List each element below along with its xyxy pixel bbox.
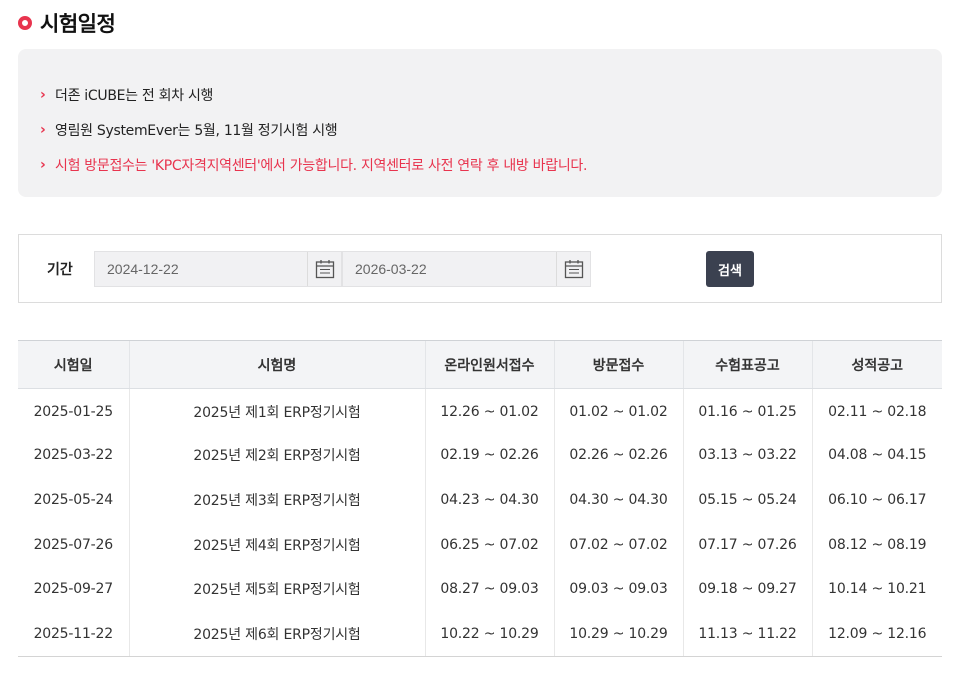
visit-registration-cell: 02.26 ~ 02.26 bbox=[553, 433, 683, 478]
exam-date-cell: 2025-03-22 bbox=[33, 447, 114, 464]
chevron-right-icon: › bbox=[40, 156, 46, 173]
end-date-field[interactable] bbox=[342, 251, 591, 287]
notice-box: › 더존 iCUBE는 전 회차 시행 › 영림원 SystemEver는 5월… bbox=[18, 49, 942, 197]
admission-ticket-cell: 01.16 ~ 01.25 bbox=[682, 388, 812, 434]
exam-schedule-table: 시험일 시험명 온라인원서접수 방문접수 수험표공고 성적공고 2025-01-… bbox=[18, 340, 942, 657]
notice-item: › 더존 iCUBE는 전 회차 시행 bbox=[40, 77, 920, 112]
column-header: 시험일 bbox=[18, 340, 129, 389]
online-registration-cell: 10.22 ~ 10.29 bbox=[424, 611, 554, 657]
online-registration-cell: 08.27 ~ 09.03 bbox=[424, 566, 554, 612]
result-announcement-cell: 06.10 ~ 06.17 bbox=[811, 477, 942, 523]
search-button[interactable]: 검색 bbox=[706, 251, 754, 287]
column-header: 성적공고 bbox=[811, 340, 942, 389]
calendar-icon[interactable] bbox=[307, 252, 341, 286]
visit-registration-cell: 07.02 ~ 07.02 bbox=[553, 522, 683, 567]
exam-date-cell: 2025-09-27 bbox=[33, 581, 114, 598]
visit-registration-cell: 09.03 ~ 09.03 bbox=[553, 566, 683, 612]
exam-date-cell: 2025-07-26 bbox=[33, 536, 114, 553]
column-header: 방문접수 bbox=[553, 340, 683, 389]
visit-registration-cell: 10.29 ~ 10.29 bbox=[553, 611, 683, 657]
start-date-input[interactable] bbox=[95, 252, 305, 286]
result-announcement-cell: 08.12 ~ 08.19 bbox=[811, 522, 942, 567]
exam-date-cell: 2025-01-25 bbox=[33, 404, 114, 421]
start-date-field[interactable] bbox=[94, 251, 342, 287]
exam-name-cell: 2025년 제3회 ERP정기시험 bbox=[128, 477, 425, 523]
column-header: 시험명 bbox=[128, 340, 425, 389]
admission-ticket-cell: 05.15 ~ 05.24 bbox=[682, 477, 812, 523]
chevron-right-icon: › bbox=[40, 86, 46, 103]
end-date-input[interactable] bbox=[343, 252, 553, 286]
exam-name-cell: 2025년 제4회 ERP정기시험 bbox=[128, 522, 425, 567]
notice-item: › 영림원 SystemEver는 5월, 11월 정기시험 시행 bbox=[40, 112, 920, 147]
admission-ticket-cell: 07.17 ~ 07.26 bbox=[682, 522, 812, 567]
column-header: 온라인원서접수 bbox=[424, 340, 554, 389]
table-row: 2025-07-26 2025년 제4회 ERP정기시험 06.25 ~ 07.… bbox=[18, 522, 942, 567]
exam-name-cell: 2025년 제1회 ERP정기시험 bbox=[128, 388, 425, 434]
online-registration-cell: 12.26 ~ 01.02 bbox=[424, 388, 554, 434]
chevron-right-icon: › bbox=[40, 121, 46, 138]
page-header: 시험일정 bbox=[18, 8, 116, 38]
online-registration-cell: 06.25 ~ 07.02 bbox=[424, 522, 554, 567]
notice-item-highlight: › 시험 방문접수는 'KPC자격지역센터'에서 가능합니다. 지역센터로 사전… bbox=[40, 147, 920, 182]
notice-text: 영림원 SystemEver는 5월, 11월 정기시험 시행 bbox=[55, 122, 338, 139]
exam-name-cell: 2025년 제2회 ERP정기시험 bbox=[128, 433, 425, 478]
page-title: 시험일정 bbox=[40, 12, 116, 36]
result-announcement-cell: 10.14 ~ 10.21 bbox=[811, 566, 942, 612]
table-row: 2025-09-27 2025년 제5회 ERP정기시험 08.27 ~ 09.… bbox=[18, 566, 942, 612]
visit-registration-cell: 04.30 ~ 04.30 bbox=[553, 477, 683, 523]
visit-registration-cell: 01.02 ~ 01.02 bbox=[553, 388, 683, 434]
notice-text: 시험 방문접수는 'KPC자격지역센터'에서 가능합니다. 지역센터로 사전 연… bbox=[55, 157, 588, 174]
result-announcement-cell: 12.09 ~ 12.16 bbox=[811, 611, 942, 657]
result-announcement-cell: 02.11 ~ 02.18 bbox=[811, 388, 942, 434]
online-registration-cell: 02.19 ~ 02.26 bbox=[424, 433, 554, 478]
table-row: 2025-03-22 2025년 제2회 ERP정기시험 02.19 ~ 02.… bbox=[18, 433, 942, 478]
table-row: 2025-05-24 2025년 제3회 ERP정기시험 04.23 ~ 04.… bbox=[18, 477, 942, 523]
table-header-row: 시험일 시험명 온라인원서접수 방문접수 수험표공고 성적공고 bbox=[18, 340, 942, 389]
result-announcement-cell: 04.08 ~ 04.15 bbox=[811, 433, 942, 478]
calendar-icon[interactable] bbox=[556, 252, 590, 286]
online-registration-cell: 04.23 ~ 04.30 bbox=[424, 477, 554, 523]
notice-text: 더존 iCUBE는 전 회차 시행 bbox=[55, 87, 214, 104]
admission-ticket-cell: 11.13 ~ 11.22 bbox=[682, 611, 812, 657]
period-label: 기간 bbox=[47, 262, 73, 278]
exam-date-cell: 2025-11-22 bbox=[18, 611, 129, 657]
admission-ticket-cell: 09.18 ~ 09.27 bbox=[682, 566, 812, 612]
search-panel: 기간 검색 bbox=[18, 234, 942, 303]
exam-name-cell: 2025년 제5회 ERP정기시험 bbox=[128, 566, 425, 612]
title-bullet-icon bbox=[18, 16, 32, 30]
column-header: 수험표공고 bbox=[682, 340, 812, 389]
table-row: 2025-01-25 2025년 제1회 ERP정기시험 12.26 ~ 01.… bbox=[18, 388, 942, 434]
admission-ticket-cell: 03.13 ~ 03.22 bbox=[682, 433, 812, 478]
exam-date-cell: 2025-05-24 bbox=[33, 491, 114, 508]
exam-name-cell: 2025년 제6회 ERP정기시험 bbox=[128, 611, 425, 657]
table-row: 2025-11-22 2025년 제6회 ERP정기시험 10.22 ~ 10.… bbox=[18, 611, 942, 657]
